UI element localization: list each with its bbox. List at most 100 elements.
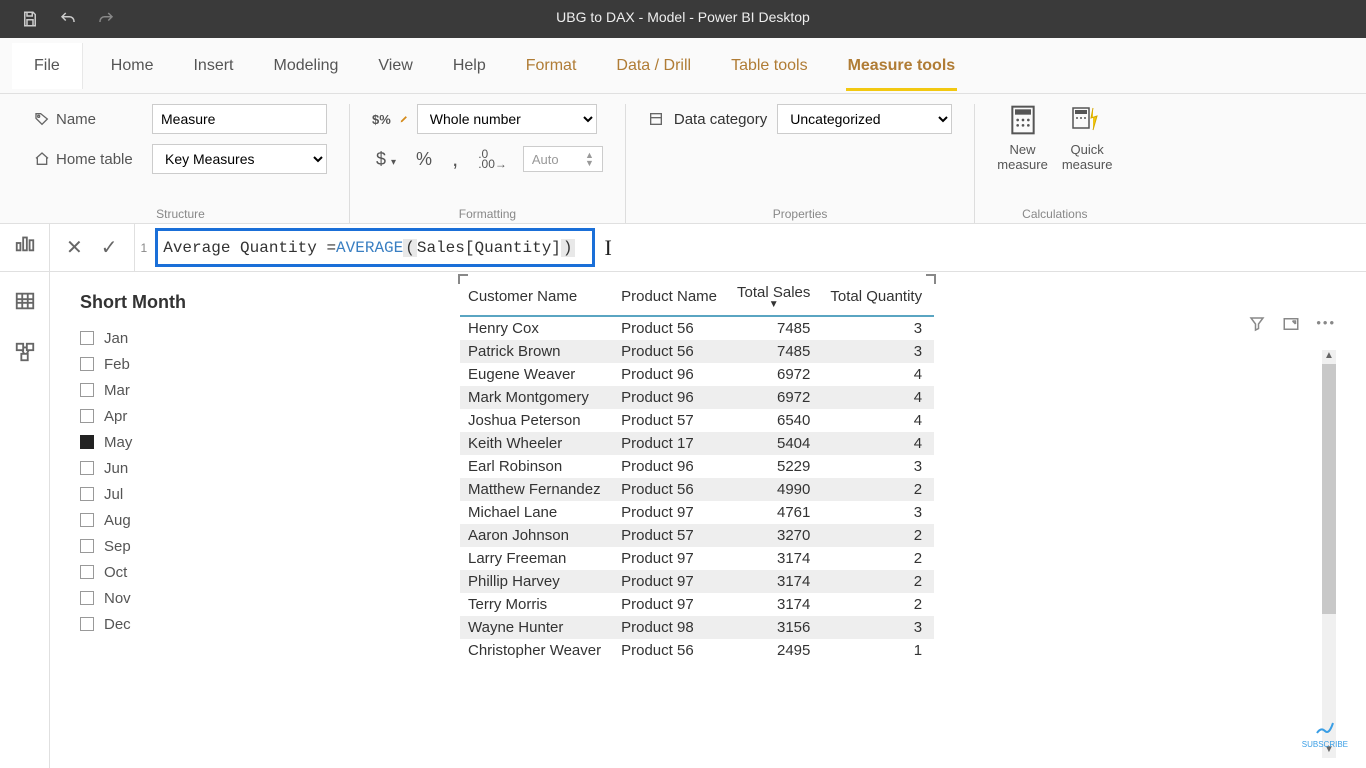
more-options-icon[interactable]: •••: [1316, 315, 1336, 336]
slicer-item-aug[interactable]: Aug: [80, 507, 290, 533]
slicer-item-dec[interactable]: Dec: [80, 611, 290, 637]
slicer-item-may[interactable]: May: [80, 429, 290, 455]
slicer-item-jun[interactable]: Jun: [80, 455, 290, 481]
table-cell: 1: [822, 639, 934, 662]
slicer-item-label: Jun: [104, 460, 128, 477]
table-row[interactable]: Earl RobinsonProduct 9652293: [460, 455, 934, 478]
checkbox-icon[interactable]: [80, 591, 94, 605]
table-row[interactable]: Wayne HunterProduct 9831563: [460, 616, 934, 639]
table-row[interactable]: Mark MontgomeryProduct 9669724: [460, 386, 934, 409]
filter-icon[interactable]: [1248, 315, 1266, 336]
table-row[interactable]: Christopher WeaverProduct 5624951: [460, 639, 934, 662]
menu-format[interactable]: Format: [506, 43, 597, 89]
data-table-visual[interactable]: Customer NameProduct NameTotal Sales▼Tot…: [460, 276, 934, 768]
currency-button[interactable]: $ ▾: [372, 147, 400, 172]
table-cell: 4: [822, 432, 934, 455]
column-header[interactable]: Product Name: [613, 276, 729, 316]
slicer-item-feb[interactable]: Feb: [80, 351, 290, 377]
table-row[interactable]: Terry MorrisProduct 9731742: [460, 593, 934, 616]
model-view-icon[interactable]: [14, 341, 36, 366]
report-view-icon[interactable]: [14, 232, 36, 257]
slicer-item-jan[interactable]: Jan: [80, 325, 290, 351]
slicer-item-sep[interactable]: Sep: [80, 533, 290, 559]
menu-view[interactable]: View: [358, 43, 432, 89]
table-row[interactable]: Henry CoxProduct 5674853: [460, 316, 934, 340]
menu-table-tools[interactable]: Table tools: [711, 43, 828, 89]
table-cell: 4: [822, 386, 934, 409]
name-label: Name: [34, 111, 144, 128]
table-cell: Product 97: [613, 570, 729, 593]
table-row[interactable]: Michael LaneProduct 9747613: [460, 501, 934, 524]
focus-mode-icon[interactable]: [1282, 315, 1300, 336]
menu-home[interactable]: Home: [91, 43, 174, 89]
column-header[interactable]: Total Sales▼: [729, 276, 822, 316]
slicer-item-nov[interactable]: Nov: [80, 585, 290, 611]
scroll-up-arrow-icon[interactable]: ▲: [1322, 350, 1336, 364]
table-cell: Wayne Hunter: [460, 616, 613, 639]
undo-icon[interactable]: [58, 9, 78, 29]
menu-file[interactable]: File: [12, 43, 83, 89]
checkbox-icon[interactable]: [80, 539, 94, 553]
slicer-item-mar[interactable]: Mar: [80, 377, 290, 403]
checkbox-icon[interactable]: [80, 331, 94, 345]
data-view-icon[interactable]: [14, 290, 36, 315]
table-row[interactable]: Keith WheelerProduct 1754044: [460, 432, 934, 455]
home-table-select[interactable]: Key Measures: [152, 144, 327, 174]
quick-measure-button[interactable]: Quickmeasure: [1062, 104, 1113, 172]
text-cursor-icon: I: [605, 235, 612, 261]
menu-help[interactable]: Help: [433, 43, 506, 89]
checkbox-icon[interactable]: [80, 357, 94, 371]
format-type-select[interactable]: Whole number: [417, 104, 597, 134]
checkbox-icon[interactable]: [80, 409, 94, 423]
table-cell: Product 17: [613, 432, 729, 455]
checkbox-icon[interactable]: [80, 487, 94, 501]
thousands-button[interactable]: ,: [448, 144, 462, 174]
menu-insert[interactable]: Insert: [173, 43, 253, 89]
slicer-title: Short Month: [80, 292, 290, 313]
menu-data-drill[interactable]: Data / Drill: [596, 43, 711, 89]
slicer-item-apr[interactable]: Apr: [80, 403, 290, 429]
table-row[interactable]: Eugene WeaverProduct 9669724: [460, 363, 934, 386]
visual-toolbar: •••: [1248, 315, 1336, 336]
checkbox-icon[interactable]: [80, 383, 94, 397]
checkbox-icon[interactable]: [80, 435, 94, 449]
table-cell: 4: [822, 409, 934, 432]
slicer-item-oct[interactable]: Oct: [80, 559, 290, 585]
table-row[interactable]: Phillip HarveyProduct 9731742: [460, 570, 934, 593]
table-row[interactable]: Aaron JohnsonProduct 5732702: [460, 524, 934, 547]
table-cell: 3174: [729, 570, 822, 593]
percent-button[interactable]: %: [412, 147, 436, 172]
table-row[interactable]: Matthew FernandezProduct 5649902: [460, 478, 934, 501]
redo-icon[interactable]: [96, 9, 116, 29]
menu-measure-tools[interactable]: Measure tools: [828, 43, 976, 89]
data-category-select[interactable]: Uncategorized: [777, 104, 952, 134]
table-row[interactable]: Joshua PetersonProduct 5765404: [460, 409, 934, 432]
checkbox-icon[interactable]: [80, 565, 94, 579]
scroll-thumb[interactable]: [1322, 364, 1336, 614]
formula-editor[interactable]: Average Quantity = AVERAGE( Sales[Quanti…: [153, 224, 1366, 271]
commit-formula-icon[interactable]: ✓: [101, 235, 118, 260]
checkbox-icon[interactable]: [80, 513, 94, 527]
new-measure-button[interactable]: Newmeasure: [997, 104, 1048, 172]
cancel-formula-icon[interactable]: ✕: [66, 235, 83, 260]
table-row[interactable]: Larry FreemanProduct 9731742: [460, 547, 934, 570]
subscribe-badge[interactable]: SUBSCRIBE: [1302, 719, 1348, 750]
slicer-item-jul[interactable]: Jul: [80, 481, 290, 507]
visual-resize-handle-tr[interactable]: [926, 274, 936, 284]
menu-modeling[interactable]: Modeling: [253, 43, 358, 89]
view-rail: [0, 224, 50, 271]
measure-name-input[interactable]: [152, 104, 327, 134]
decimal-places-spinner[interactable]: Auto▲▼: [523, 146, 603, 172]
table-cell: 3270: [729, 524, 822, 547]
checkbox-icon[interactable]: [80, 461, 94, 475]
checkbox-icon[interactable]: [80, 617, 94, 631]
column-header[interactable]: Total Quantity: [822, 276, 934, 316]
table-cell: 3156: [729, 616, 822, 639]
table-cell: Product 57: [613, 409, 729, 432]
decimal-button[interactable]: .0.00→: [474, 147, 511, 171]
column-header[interactable]: Customer Name: [460, 276, 613, 316]
table-row[interactable]: Patrick BrownProduct 5674853: [460, 340, 934, 363]
vertical-scrollbar[interactable]: ▲ ▼: [1322, 350, 1336, 758]
visual-resize-handle-tl[interactable]: [458, 274, 468, 284]
save-icon[interactable]: [20, 9, 40, 29]
